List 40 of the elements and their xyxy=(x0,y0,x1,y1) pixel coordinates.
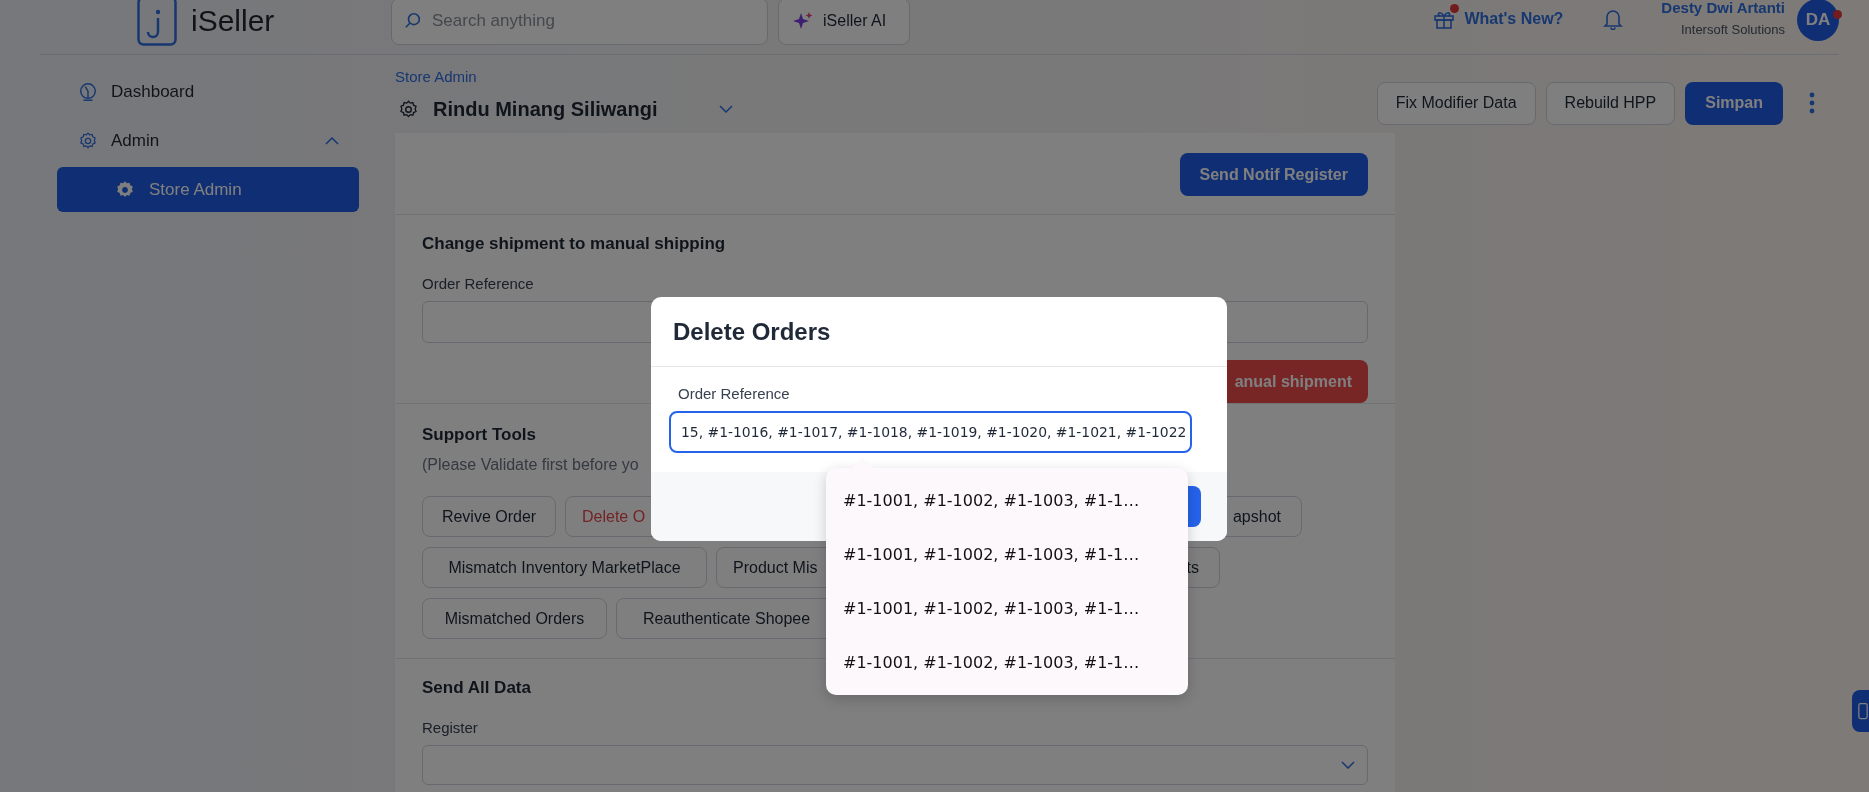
field-label: Order Reference xyxy=(678,384,790,404)
order-reference-field[interactable]: 15, #1-1016, #1-1017, #1-1018, #1-1019, #1-1020, #1-1021, #1-1022 xyxy=(669,411,1192,453)
search-field[interactable]: Search anything xyxy=(391,0,768,45)
gear-icon xyxy=(115,179,135,200)
section-heading: Send All Data xyxy=(422,677,531,699)
note-text: (Please Validate first before yo xyxy=(422,455,639,475)
whats-new-link[interactable]: What's New? xyxy=(1433,8,1564,30)
user-avatar[interactable]: DA xyxy=(1797,0,1839,41)
tool-button[interactable]: Revive Order xyxy=(422,496,556,537)
bell-icon[interactable] xyxy=(1603,8,1624,30)
tool-button[interactable]: Mismatched Orders xyxy=(422,598,607,639)
ai-button[interactable]: iSeller AI xyxy=(778,0,910,45)
user-name: Desty Dwi Artanti xyxy=(1661,0,1785,16)
logo-icon xyxy=(137,0,177,46)
chevron-down-icon[interactable] xyxy=(719,105,734,113)
action-button[interactable]: Rebuild HPP xyxy=(1545,81,1676,125)
gear-icon xyxy=(398,98,419,120)
dashboard-icon xyxy=(78,81,98,102)
user-organization: Intersoft Solutions xyxy=(1680,22,1785,37)
tool-button[interactable]: Mismatch Inventory MarketPlace xyxy=(422,547,707,588)
action-button[interactable]: Fix Modifier Data xyxy=(1376,81,1536,125)
send-button[interactable]: Send Notif Register xyxy=(1179,153,1368,196)
store-title: Rindu Minang Siliwangi xyxy=(433,97,658,121)
save-button[interactable]: Simpan xyxy=(1685,81,1783,125)
suggestion-item[interactable]: #1-1001, #1-1002, #1-1003, #1-1… xyxy=(826,527,1188,581)
field-label: Order Reference xyxy=(422,274,534,294)
section-heading: Change shipment to manual shipping xyxy=(422,233,726,255)
section-heading: Support Tools xyxy=(422,424,536,446)
sidebar-item[interactable]: Dashboard xyxy=(57,69,359,114)
logo-text: iSeller xyxy=(191,4,275,38)
more-icon[interactable] xyxy=(1809,92,1815,114)
gear-icon xyxy=(78,130,98,151)
sparkle-icon xyxy=(793,11,813,31)
field-label: Register xyxy=(422,718,478,738)
dialog-title: Delete Orders xyxy=(673,317,831,346)
chevron-down-icon xyxy=(1341,761,1355,769)
sidebar-item[interactable]: Admin xyxy=(57,118,359,163)
document-icon xyxy=(1858,702,1868,720)
search-icon xyxy=(404,12,422,30)
sidebar-item[interactable]: Store Admin xyxy=(57,167,359,212)
